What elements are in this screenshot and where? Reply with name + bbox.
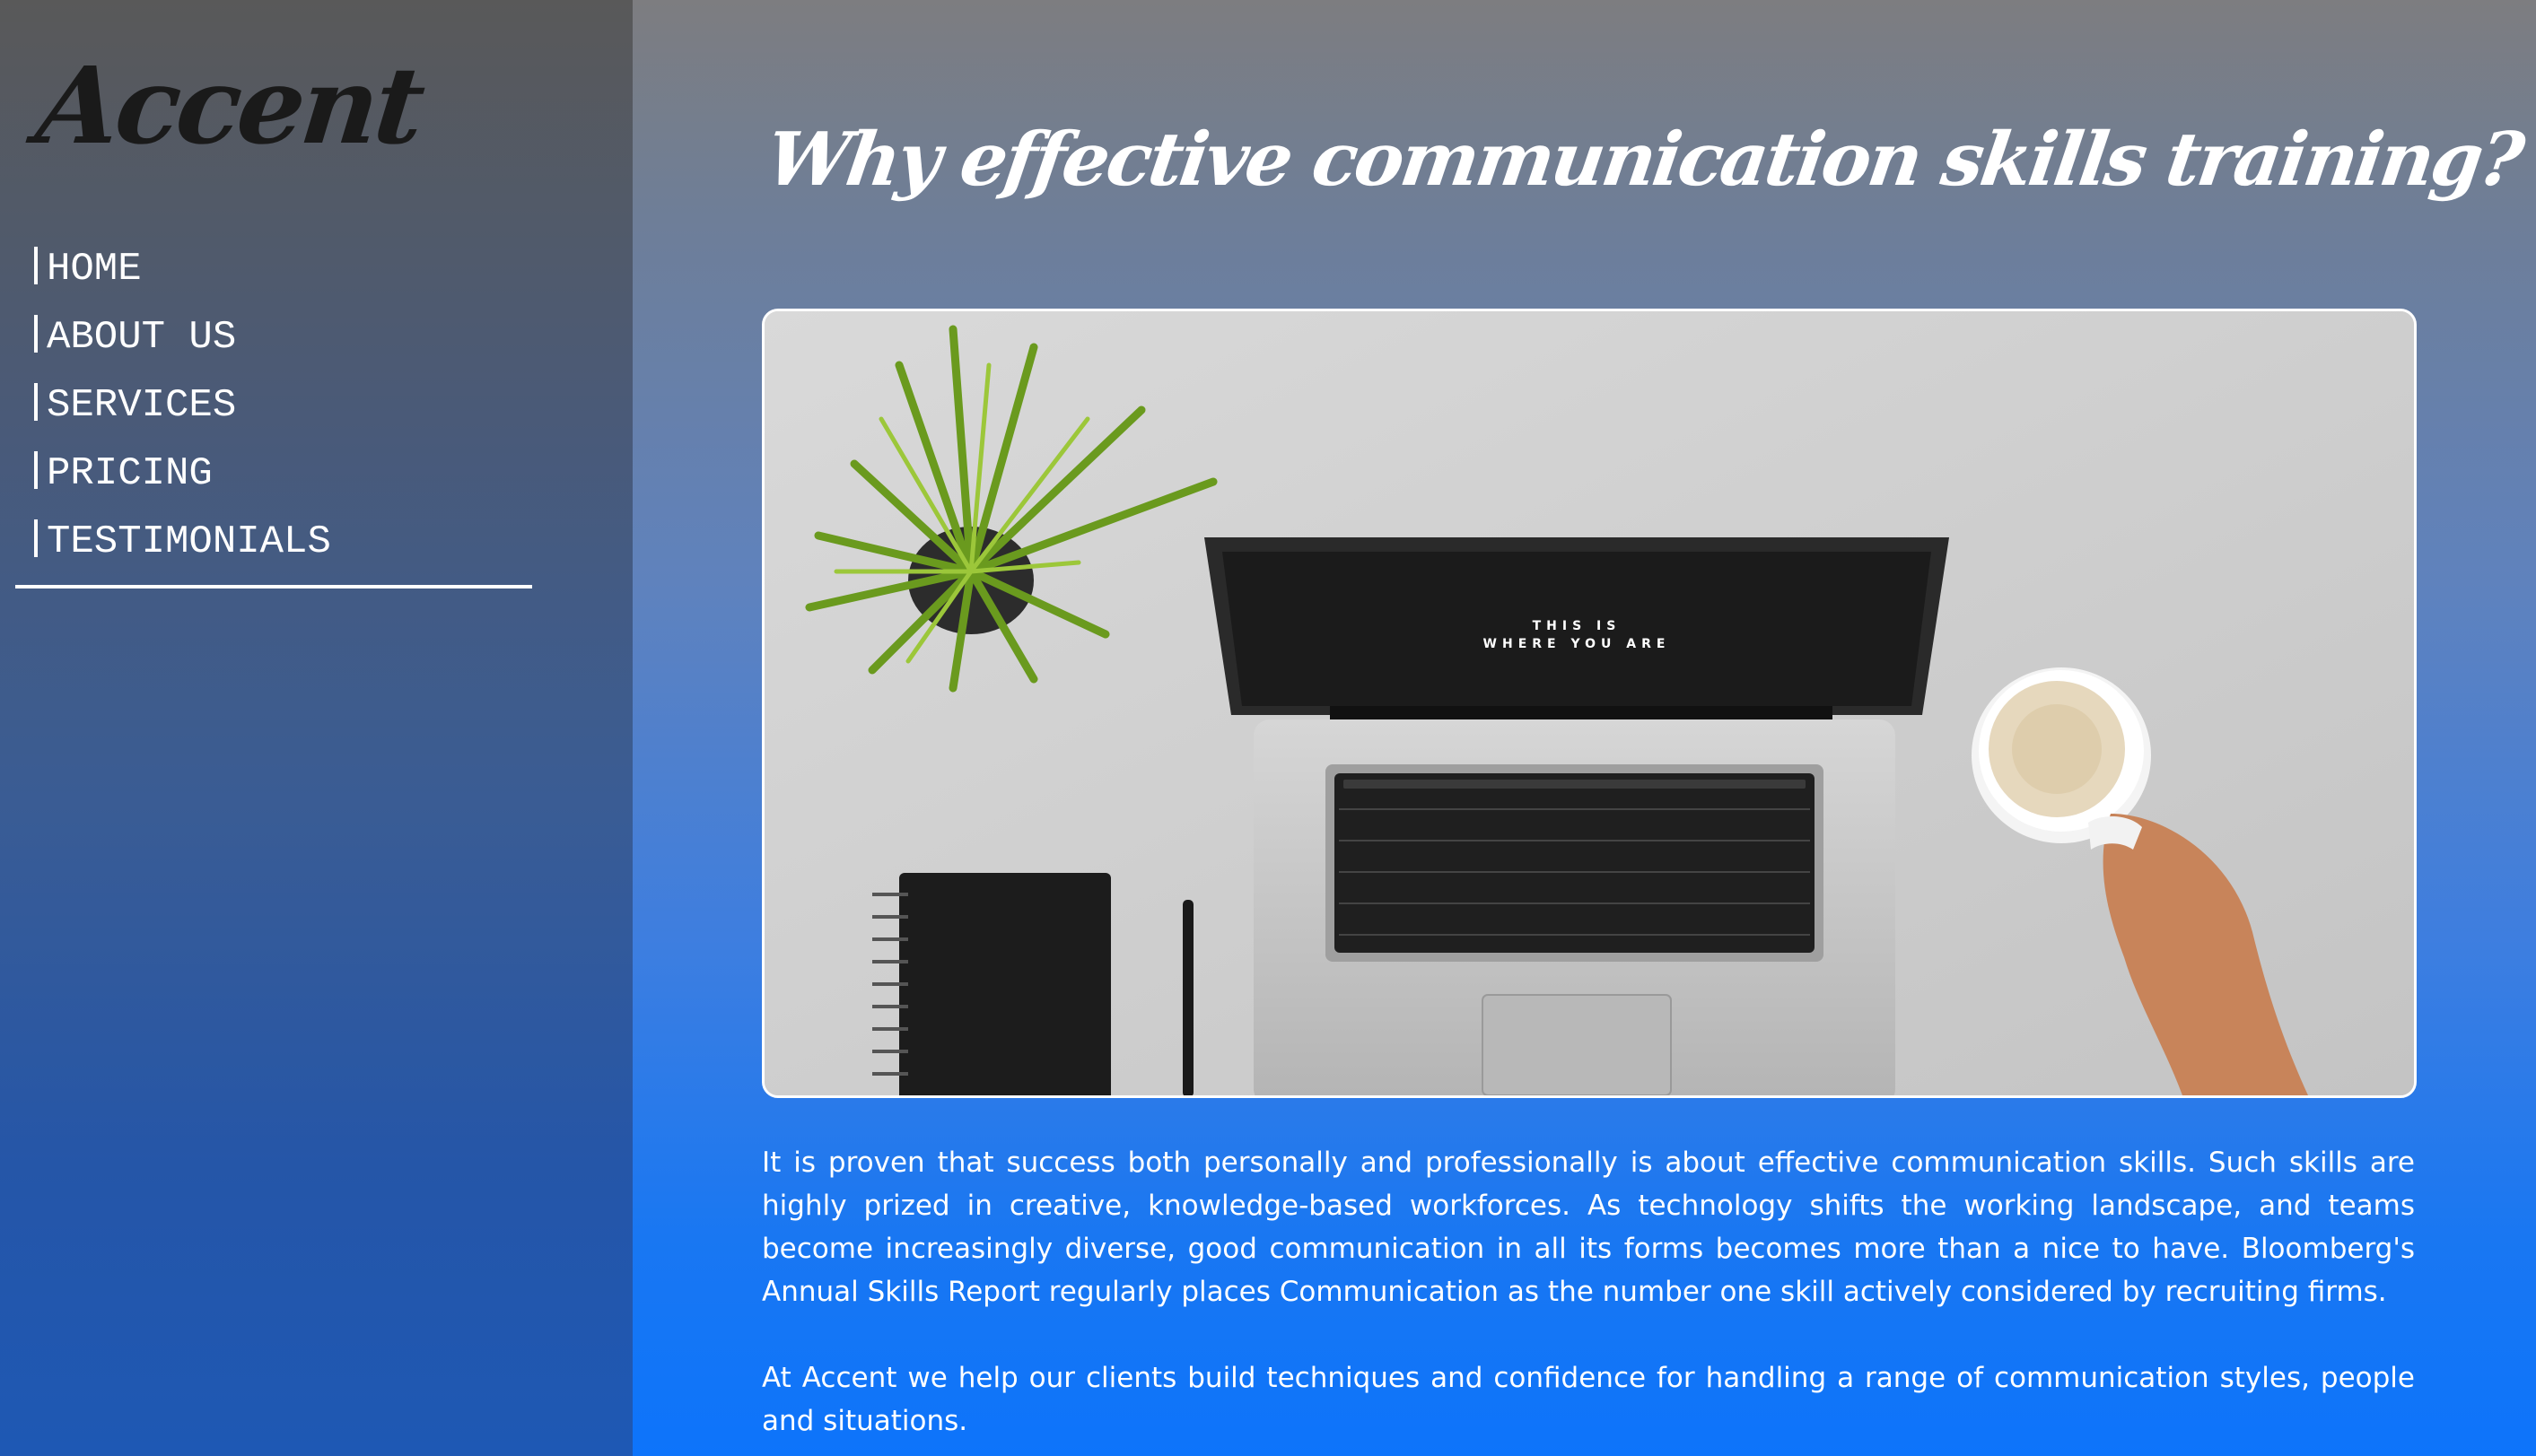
- nav-item-services[interactable]: SERVICES: [34, 371, 331, 440]
- desk-scene-illustration: THIS IS WHERE YOU ARE: [765, 311, 2414, 1095]
- nav-marker: [34, 383, 38, 421]
- nav-marker: [34, 315, 38, 353]
- nav-item-label: ABOUT US: [47, 315, 237, 360]
- accent-paragraph: At Accent we help our clients build tech…: [762, 1362, 2415, 1437]
- sidebar: Accent HOME ABOUT US SERVICES PRICING TE…: [0, 0, 633, 1456]
- pen-icon: [1183, 900, 1194, 1095]
- nav-item-pricing[interactable]: PRICING: [34, 440, 331, 508]
- main-nav: HOME ABOUT US SERVICES PRICING TESTIMONI…: [34, 235, 331, 576]
- nav-item-about-us[interactable]: ABOUT US: [34, 303, 331, 371]
- nav-marker: [34, 451, 38, 489]
- nav-marker: [34, 247, 38, 284]
- main-content: Why effective communication skills train…: [633, 0, 2536, 1456]
- nav-item-label: PRICING: [47, 451, 213, 496]
- nav-item-label: HOME: [47, 247, 142, 292]
- screen-text-line1: THIS IS: [1533, 619, 1622, 633]
- nav-item-home[interactable]: HOME: [34, 235, 331, 303]
- nav-marker: [34, 519, 38, 557]
- brand-logo[interactable]: Accent: [31, 43, 427, 168]
- nav-item-testimonials[interactable]: TESTIMONIALS: [34, 508, 331, 576]
- page-title: Why effective communication skills train…: [761, 117, 2527, 203]
- intro-paragraph: It is proven that success both personall…: [762, 1146, 2415, 1308]
- nav-item-label: SERVICES: [47, 383, 237, 428]
- screen-text-line2: WHERE YOU ARE: [1483, 637, 1671, 651]
- laptop-icon: THIS IS WHERE YOU ARE: [1204, 537, 1949, 1095]
- hero-image: THIS IS WHERE YOU ARE: [762, 309, 2417, 1098]
- notebook-icon: [872, 873, 1111, 1095]
- nav-divider: [15, 585, 532, 589]
- nav-item-label: TESTIMONIALS: [47, 519, 331, 564]
